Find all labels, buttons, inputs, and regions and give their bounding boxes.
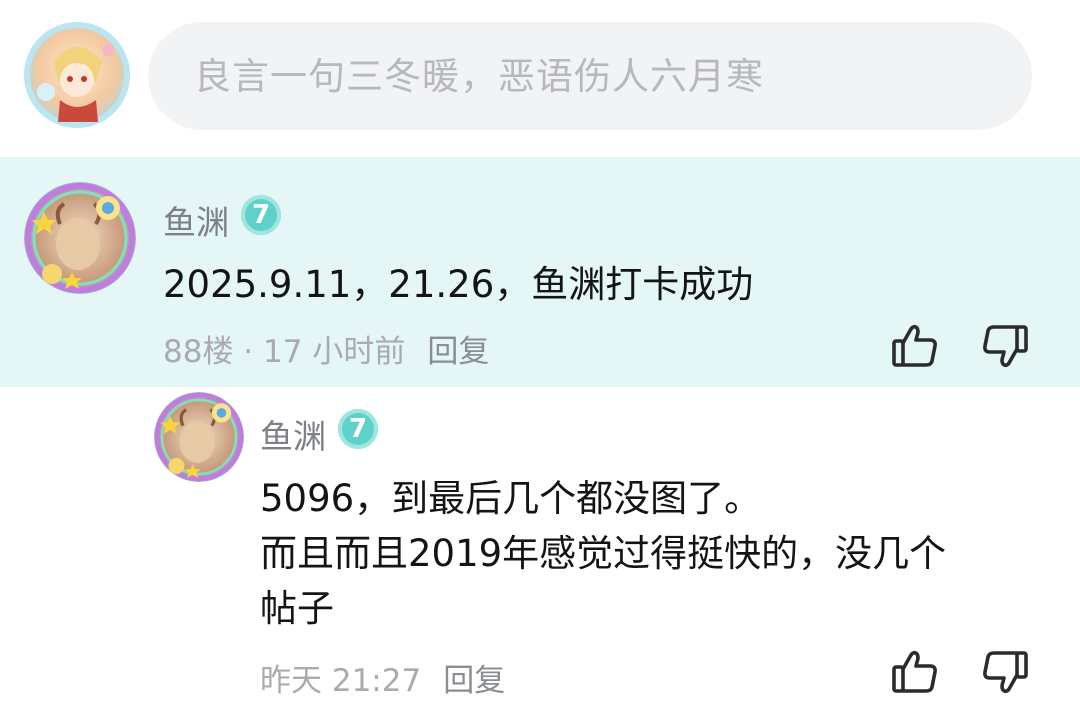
my-avatar[interactable] <box>24 22 130 128</box>
thumbs-down-icon[interactable] <box>980 321 1030 371</box>
reply-button[interactable]: 回复 <box>427 334 489 370</box>
comment-text: 2025.9.11，21.26，鱼渊打卡成功 <box>163 263 754 306</box>
floor-number: 88楼 <box>163 334 234 370</box>
reply-text-line: 5096，到最后几个都没图了。 <box>260 477 762 520</box>
thumbs-up-icon[interactable] <box>890 321 940 371</box>
comment-input[interactable] <box>192 53 1032 99</box>
commenter-avatar[interactable] <box>24 182 136 294</box>
reply-text-line: 帖子 <box>260 587 334 630</box>
thumbs-up-icon[interactable] <box>890 647 940 697</box>
reply-avatar[interactable] <box>154 392 244 482</box>
level-badge: 7 <box>241 195 281 235</box>
comment-input-box[interactable] <box>148 22 1032 130</box>
comment-username[interactable]: 鱼渊 <box>163 196 229 244</box>
comment-meta: 88楼 · 17 小时前 回复 <box>163 326 489 371</box>
comment-time: 17 小时前 <box>263 334 406 370</box>
reply-button[interactable]: 回复 <box>443 663 505 699</box>
reply-meta: 昨天 21:27 回复 <box>260 655 505 700</box>
meta-separator: · <box>233 334 264 370</box>
reply-time: 昨天 21:27 <box>260 663 422 699</box>
thumbs-down-icon[interactable] <box>980 647 1030 697</box>
reply-username[interactable]: 鱼渊 <box>260 410 326 458</box>
reply-text-line: 而且而且2019年感觉过得挺快的，没几个 <box>260 532 947 575</box>
level-badge: 7 <box>338 409 378 449</box>
